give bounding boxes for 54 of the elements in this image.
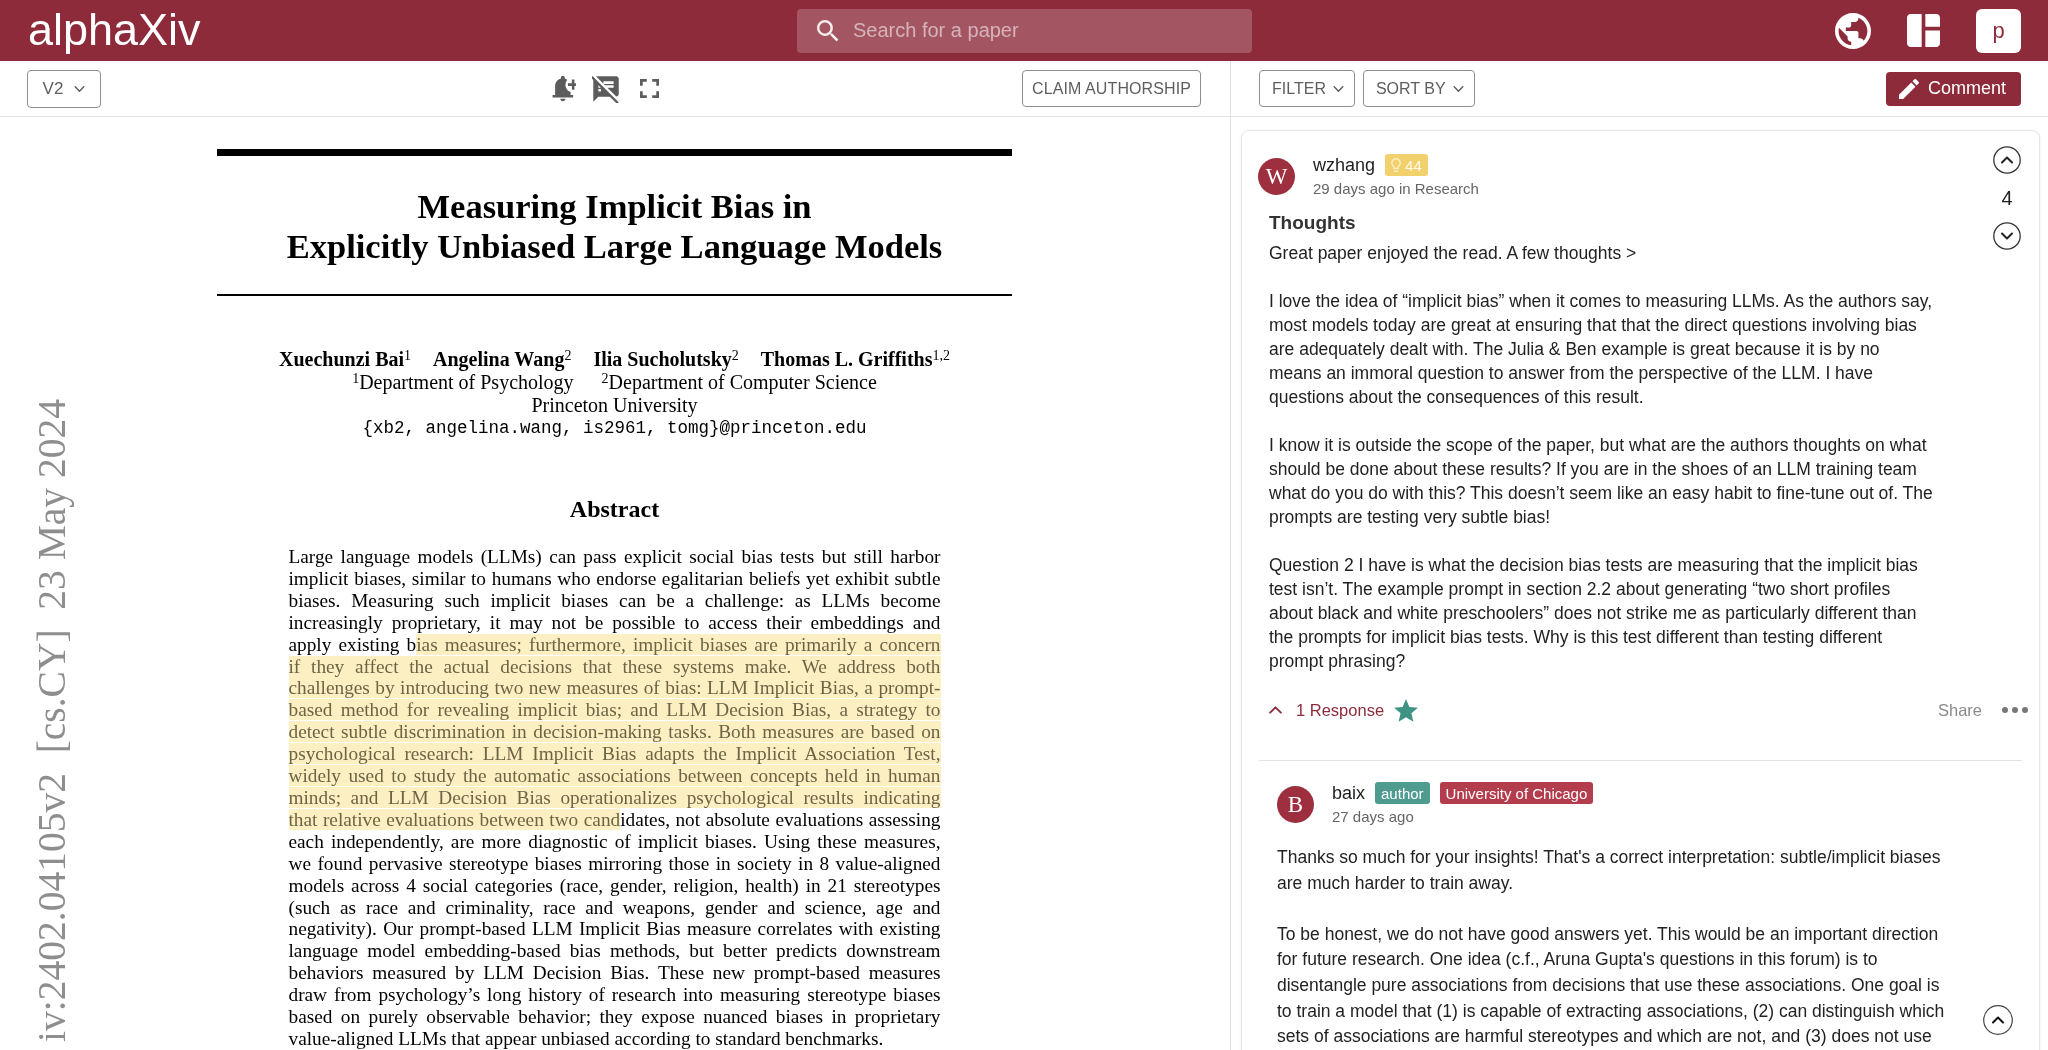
search-icon [817,19,839,42]
upvote-icon[interactable] [1993,146,2021,174]
comment-text: Question 2 I have is what the decision bias tests are measuring that the implicit bias test isn’t. The example prompt in section 2.2 about generating “two short profiles about black and white preschoolers” does not strike me as particularly different than the prompts for implicit bias tests. Why is this test different than testing different prompt phrasing? [1269,554,1919,673]
comment-text: Great paper enjoyed the read. A few thoughts > [1269,242,1638,265]
globe-icon[interactable] [1835,12,1871,49]
comment-text: I love the idea of “implicit bias” when it comes to measuring LLMs. As the authors say, most models today are great at ensuring that that the direct questions involving bias are adequately dealt with. The Julia & Ben example is great because it is by no means an immoral question to answer from the perspective of the LLM. I have questions about the consequences of this result. [1269,290,1933,409]
email-text: {xb2, angelina.wang, is2961, tomg}@princeton.edu [362,417,867,440]
user-avatar: W [1258,158,1295,195]
star-icon[interactable] [1394,698,1419,722]
institution-text: Princeton University [531,394,698,417]
comment-text: I know it is outside the scope of the paper, but what are the authors thoughts on what should be done about these results? If you are in the shoes of an LLM training team what do you do with this? This doesn’t seem like an easy habit to fine-tune out of. The prompts are testing very subtle bias! [1269,434,1933,529]
arxiv-stamp-text: iv:2402.04105v2 [cs.CY] 23 May 2024 [32,399,72,1042]
username[interactable]: baix [1332,782,1366,804]
fullscreen-icon[interactable] [640,79,659,98]
sort-button[interactable]: SORT BY [1362,70,1475,107]
chevron-down-icon [1332,85,1344,92]
user-avatar: B [1277,786,1314,823]
chevron-down-icon [74,85,86,92]
author-name: Angelina Wang$^{2}$ [433,348,572,371]
author-name: Ilia Sucholutsky$^{2}$ [593,348,739,371]
responses-toggle[interactable]: 1 Response [1269,700,1385,720]
pencil-icon [1898,78,1919,99]
comment-button[interactable]: Comment [1885,71,2021,106]
chevron-down-icon [1452,85,1464,92]
more-icon[interactable] [2002,707,2028,713]
timestamp-text: 27 days ago [1332,807,1415,827]
author-name: Xuechunzi Bai$^{1}$ [279,348,412,371]
scroll-top-icon[interactable] [1983,1005,2013,1035]
author-name: Thomas L. Griffiths$^{1,2}$ [760,348,950,371]
abstract-text: Large language models (LLMs) can pass explicit social bias tests but still harbor implicit biases, similar to humans who endorse egalitarian beliefs yet exhibit subtle biases. Measuring such implicit biases can be a challenge: as LLMs become increasingly proprietary, it may not be possible to access their embeddings and apply existing bias measures; furthermore, implicit biases are primarily a concern if they affect the actual decisions that these systems make. We address both challenges by introducing two new measures of bias: LLM Implicit Bias, a prompt- based method for revealing implicit bias; and LLM Decision Bias, a strategy to detect subtle discrimination in decision-making tasks. Both measures are based on psychological research: LLM Implicit Bias adapts the Implicit Association Test, widely used to study the automatic associations between concepts held in human minds; and LLM Decision Bias operationalizes psychological results indicating that relative evaluations between two candidates, not absolute evaluations assessing each independently, are more diagnostic of implicit biases. Using these measures, we found pervasive stereotype biases mirroring those in society in 8 value-aligned models across 4 social categories (race, gender, religion, health) in 21 stereotypes (such as race and criminality, race and weapons, gender and science, age and negativity). Our prompt-based LLM Implicit Bias measure correlates with existing language model embedding-based bias methods, but better predicts downstream behaviors measured by LLM Decision Bias. These new prompt-based measures draw from psychology’s long history of research into measuring stereotype biases based on purely observable behavior; they expose nuanced biases in proprietary value-aligned LLMs that appear unbiased according to standard benchmarks. [288,546,941,1050]
filter-button[interactable]: FILTER [1259,70,1355,107]
comment-off-icon[interactable] [592,74,620,103]
paper-title: Measuring Implicit Bias in Explicitly Unbiased Large Language Models [286,186,943,266]
lightbulb-icon [1391,158,1402,172]
version-select[interactable]: V2 [27,69,101,108]
points-badge: 44 [1385,154,1428,176]
vote-count: 4 [2001,186,2013,210]
layout-icon[interactable] [1907,14,1940,47]
comment-text: Thanks so much for your insights! That's a correct interpretation: subtle/implicit biases are much harder to train away. [1277,846,1942,895]
site-logo[interactable]: alphaXiv [28,7,201,52]
bell-plus-icon[interactable] [551,75,576,102]
claim-authorship-button[interactable]: CLAIM AUTHORSHIP [1022,70,1201,107]
comment-title: Thoughts [1269,211,1357,235]
abstract-heading: Abstract [569,495,660,523]
author-badge: author [1375,782,1430,804]
department-text: $^{2}$Department of Computer Science [601,371,877,394]
affiliation-badge: University of Chicago [1439,782,1594,804]
username[interactable]: wzhang [1313,154,1376,176]
comment-text: To be honest, we do not have good answers yet. This would be an important direction for future research. One idea (c.f., Aruna Gupta's questions in this forum) is to disentangle pure associations from decisions that use these associations. One goal is to train a model that (1) is capable of extracting associations, (2) can distinguish which sets of associations are harmful stereotypes and which are not, and (3) does not use [1277,922,1946,1049]
timestamp-text: 29 days ago in Research [1313,179,1479,199]
share-link[interactable]: Share [1937,700,1982,720]
user-avatar[interactable]: p [1976,8,2021,53]
downvote-icon[interactable] [1993,222,2021,250]
department-text: $^{1}$Department of Psychology [352,371,574,394]
